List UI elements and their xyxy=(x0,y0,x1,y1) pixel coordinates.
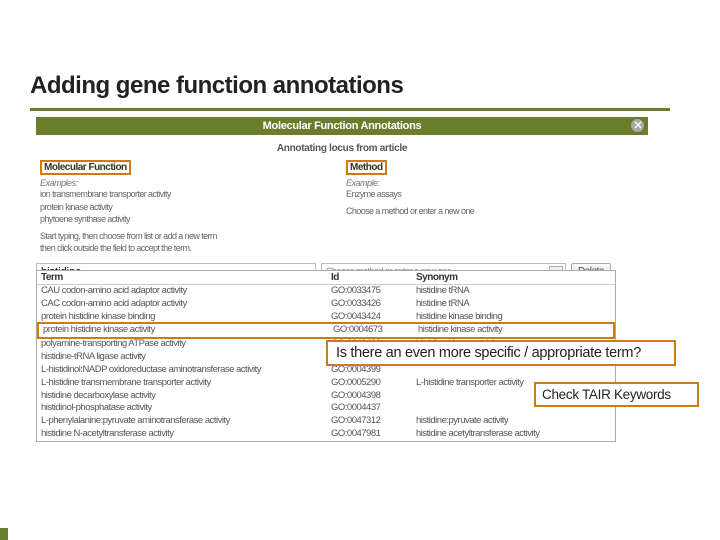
method-example: Enzyme assays xyxy=(346,188,642,201)
dropdown-row[interactable]: protein histidine kinase bindingGO:00434… xyxy=(37,311,615,324)
dropdown-row[interactable]: histidinol-phosphatase activityGO:000443… xyxy=(37,402,615,415)
col-synonym: Synonym xyxy=(412,271,615,284)
close-button[interactable] xyxy=(631,119,644,132)
dropdown-id: GO:0047312 xyxy=(327,415,412,428)
dialog-subtitle: Annotating locus from article xyxy=(36,135,648,158)
dropdown-id: GO:0005290 xyxy=(327,377,412,390)
callout-tair-keywords: Check TAIR Keywords xyxy=(534,382,699,407)
dropdown-id: GO:0004673 xyxy=(329,324,414,337)
dropdown-synonym: histidine kinase activity xyxy=(414,324,613,337)
col-term: Term xyxy=(37,271,327,284)
slide-decoration xyxy=(0,528,8,540)
dropdown-row[interactable]: histidine N-acetyltransferase activityGO… xyxy=(37,428,615,441)
dropdown-term: polyamine-transporting ATPase activity xyxy=(37,338,327,351)
dropdown-row[interactable]: L-phenylalanine:pyruvate aminotransferas… xyxy=(37,415,615,428)
mf-header: Molecular Function xyxy=(40,160,131,175)
dropdown-header: Term Id Synonym xyxy=(37,271,615,285)
dropdown-term: L-histidine transmembrane transporter ac… xyxy=(37,377,327,390)
mf-example: phytoene synthase activity xyxy=(40,213,336,226)
mf-example: ion transmembrane transporter activity xyxy=(40,188,336,201)
dropdown-term: CAC codon-amino acid adaptor activity xyxy=(37,298,327,311)
method-header: Method xyxy=(346,160,387,175)
dialog-titlebar: Molecular Function Annotations xyxy=(36,117,648,135)
dropdown-synonym: histidine:pyruvate activity xyxy=(412,415,615,428)
dropdown-id: GO:0004398 xyxy=(327,390,412,403)
dropdown-synonym: histidine kinase binding xyxy=(412,311,615,324)
method-example-label: Example: xyxy=(346,178,642,188)
dropdown-synonym: histidine tRNA xyxy=(412,285,615,298)
accent-bar xyxy=(30,108,670,111)
dropdown-term: L-histidinol:NADP oxidoreductase aminotr… xyxy=(37,364,327,377)
callout-specific-term: Is there an even more specific / appropr… xyxy=(326,340,676,366)
dropdown-id: GO:0033475 xyxy=(327,285,412,298)
dropdown-row[interactable]: histidine decarboxylase activityGO:00043… xyxy=(37,390,615,403)
dropdown-row[interactable]: CAC codon-amino acid adaptor activityGO:… xyxy=(37,298,615,311)
dropdown-synonym: histidine acetyltransferase activity xyxy=(412,428,615,441)
dropdown-term: histidinol-phosphatase activity xyxy=(37,402,327,415)
dropdown-term: protein histidine kinase binding xyxy=(37,311,327,324)
dropdown-id: GO:0047981 xyxy=(327,428,412,441)
page-title: Adding gene function annotations xyxy=(30,72,690,100)
dropdown-term: L-phenylalanine:pyruvate aminotransferas… xyxy=(37,415,327,428)
close-icon xyxy=(634,121,642,131)
dropdown-synonym: histidine tRNA xyxy=(412,298,615,311)
method-panel: Method Example: Enzyme assays Choose a m… xyxy=(342,158,648,257)
mf-examples-label: Examples: xyxy=(40,178,336,188)
mf-instruction: then click outside the field to accept t… xyxy=(40,242,336,255)
dropdown-row[interactable]: CAU codon-amino acid adaptor activityGO:… xyxy=(37,285,615,298)
dropdown-term: CAU codon-amino acid adaptor activity xyxy=(37,285,327,298)
dropdown-id: GO:0033426 xyxy=(327,298,412,311)
dropdown-row[interactable]: protein histidine kinase activityGO:0004… xyxy=(37,322,615,339)
dropdown-id: GO:0043424 xyxy=(327,311,412,324)
dropdown-term: histidine N-acetyltransferase activity xyxy=(37,428,327,441)
molecular-function-panel: Molecular Function Examples: ion transme… xyxy=(36,158,342,257)
dropdown-term: histidine-tRNA ligase activity xyxy=(37,351,327,364)
annotation-dialog: Molecular Function Annotations Annotatin… xyxy=(36,117,648,281)
dropdown-term: histidine decarboxylase activity xyxy=(37,390,327,403)
mf-example: protein kinase activity xyxy=(40,201,336,214)
mf-instruction: Start typing, then choose from list or a… xyxy=(40,230,336,243)
dropdown-term: protein histidine kinase activity xyxy=(39,324,329,337)
dropdown-row[interactable]: L-histidine transmembrane transporter ac… xyxy=(37,377,615,390)
dropdown-id: GO:0004437 xyxy=(327,402,412,415)
dialog-title: Molecular Function Annotations xyxy=(263,120,422,132)
method-instruction: Choose a method or enter a new one xyxy=(346,205,642,218)
col-id: Id xyxy=(327,271,412,284)
